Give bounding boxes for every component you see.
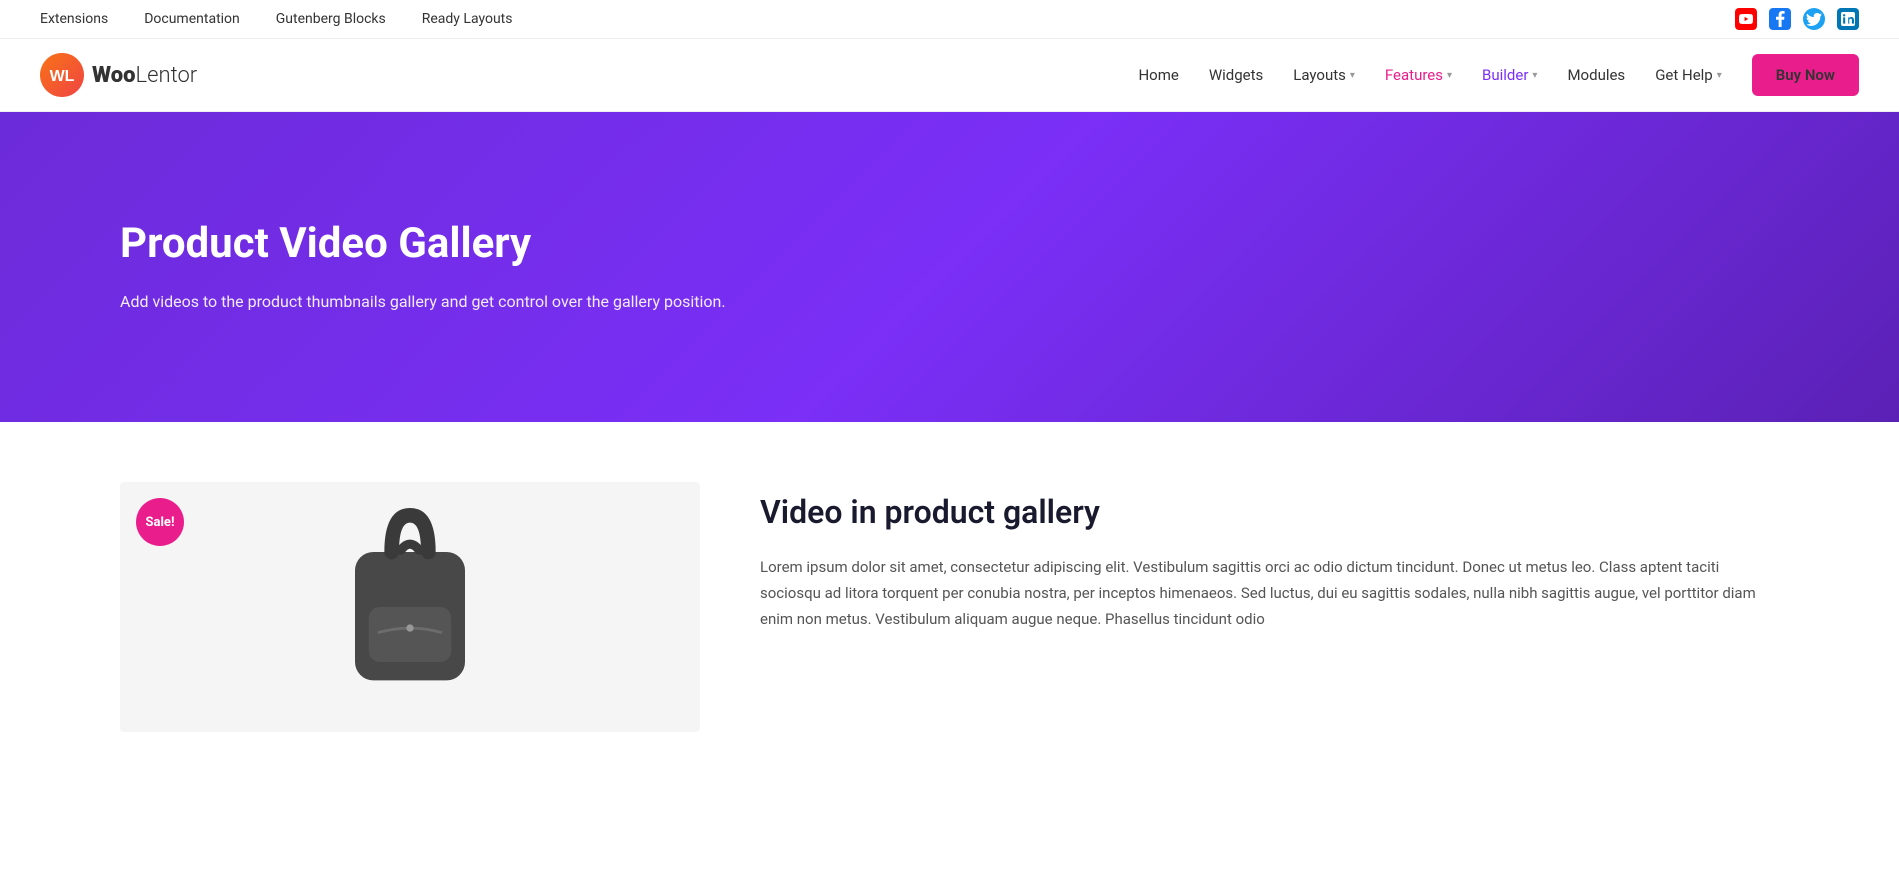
facebook-icon[interactable]: [1769, 8, 1791, 30]
product-image: [300, 497, 520, 717]
main-nav: WL WooLentor Home Widgets Layouts ▾ Feat…: [0, 39, 1899, 112]
logo-text: WooLentor: [92, 63, 197, 88]
product-section-title: Video in product gallery: [760, 492, 1779, 534]
top-nav-gutenberg[interactable]: Gutenberg Blocks: [276, 11, 386, 27]
nav-get-help[interactable]: Get Help ▾: [1655, 66, 1722, 84]
product-image-area: Sale!: [120, 482, 700, 732]
logo[interactable]: WL WooLentor: [40, 53, 197, 97]
linkedin-icon[interactable]: [1837, 8, 1859, 30]
nav-builder[interactable]: Builder ▾: [1482, 66, 1537, 84]
hero-subtitle: Add videos to the product thumbnails gal…: [120, 289, 726, 315]
buy-now-button[interactable]: Buy Now: [1752, 54, 1859, 96]
top-bar: Extensions Documentation Gutenberg Block…: [0, 0, 1899, 39]
top-nav: Extensions Documentation Gutenberg Block…: [40, 11, 513, 27]
nav-modules[interactable]: Modules: [1567, 66, 1625, 84]
top-nav-extensions[interactable]: Extensions: [40, 11, 108, 27]
logo-icon: WL: [40, 53, 84, 97]
top-nav-documentation[interactable]: Documentation: [144, 11, 240, 27]
top-nav-ready-layouts[interactable]: Ready Layouts: [422, 11, 513, 27]
product-info: Video in product gallery Lorem ipsum dol…: [760, 482, 1779, 632]
twitter-icon[interactable]: [1803, 8, 1825, 30]
hero-title: Product Video Gallery: [120, 219, 531, 269]
svg-text:WL: WL: [50, 68, 75, 85]
nav-widgets[interactable]: Widgets: [1209, 66, 1263, 84]
features-dropdown-arrow: ▾: [1447, 70, 1452, 81]
content-section: Sale! Video in product gallery Lorem ips…: [0, 422, 1899, 792]
gethelp-dropdown-arrow: ▾: [1717, 70, 1722, 81]
main-nav-links: Home Widgets Layouts ▾ Features ▾ Builde…: [1138, 54, 1859, 96]
layouts-dropdown-arrow: ▾: [1350, 70, 1355, 81]
builder-dropdown-arrow: ▾: [1532, 70, 1537, 81]
nav-home[interactable]: Home: [1138, 66, 1178, 84]
nav-features[interactable]: Features ▾: [1385, 66, 1452, 84]
youtube-icon[interactable]: [1735, 8, 1757, 30]
social-icons: [1735, 8, 1859, 30]
product-body-text: Lorem ipsum dolor sit amet, consectetur …: [760, 554, 1779, 633]
hero-banner: Product Video Gallery Add videos to the …: [0, 112, 1899, 422]
nav-layouts[interactable]: Layouts ▾: [1293, 66, 1355, 84]
sale-badge: Sale!: [136, 498, 184, 546]
